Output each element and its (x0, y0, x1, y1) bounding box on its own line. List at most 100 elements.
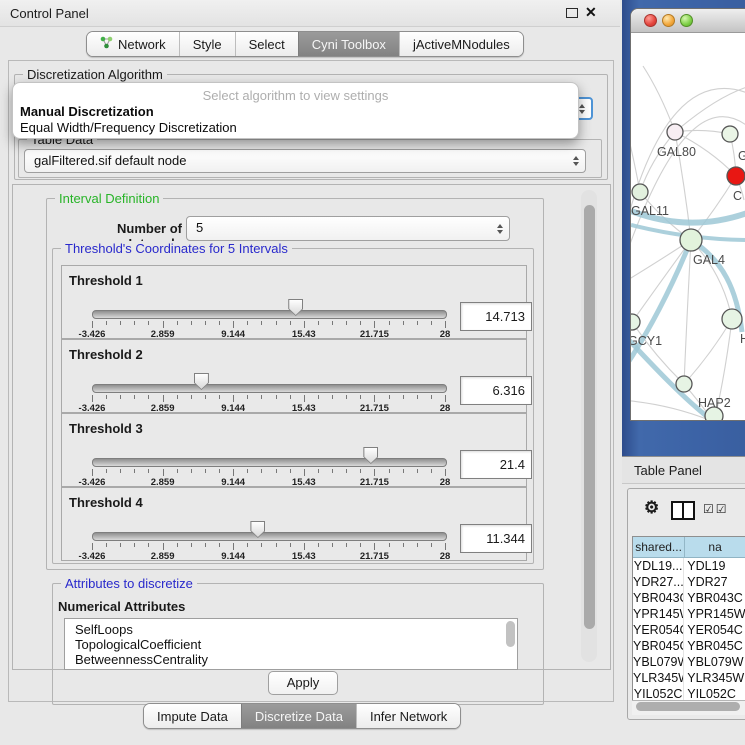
checkbox-columns-icon[interactable]: ☑☑ (703, 502, 729, 516)
table-cell: YER054C (633, 622, 684, 638)
table-row[interactable]: YPR145WYPR145W (633, 606, 745, 622)
float-window-icon[interactable] (566, 8, 578, 18)
close-icon[interactable]: ✕ (585, 4, 597, 21)
split-columns-icon[interactable] (671, 501, 695, 520)
network-edge (684, 240, 691, 384)
threshold-label: Threshold 4 (69, 495, 143, 510)
table-cell: YDL19 (684, 558, 745, 574)
tab-label: Impute Data (157, 709, 228, 724)
tab-network[interactable]: Network (87, 32, 179, 56)
tick-mark (431, 395, 432, 399)
threshold-1-slider-track[interactable] (92, 310, 447, 319)
tick-mark (290, 395, 291, 399)
threshold-3-value-field[interactable]: 21.4 (460, 450, 532, 479)
tick-mark (374, 321, 375, 328)
tick-mark (177, 395, 178, 399)
attr-list-scrollbar-thumb[interactable] (506, 621, 515, 647)
tab-style[interactable]: Style (179, 32, 235, 56)
tick-mark (134, 395, 135, 399)
tab-discretize-data[interactable]: Discretize Data (241, 704, 356, 728)
network-node-gal11[interactable] (632, 184, 648, 200)
network-canvas[interactable]: GAL80GACGAL11GAL4GCY1HHAP2 (631, 32, 745, 420)
tick-mark (177, 543, 178, 547)
tick-mark (431, 321, 432, 325)
horizontal-scrollbar-thumb[interactable] (636, 702, 740, 711)
threshold-4-value-field[interactable]: 11.344 (460, 524, 532, 553)
number-of-intervals-spinner[interactable]: 5 (186, 216, 510, 241)
gear-icon[interactable]: ⚙ (644, 498, 659, 518)
tick-mark (120, 543, 121, 547)
network-node-ga[interactable] (722, 126, 738, 142)
table-data-combobox[interactable]: galFiltered.sif default node (24, 149, 586, 173)
threshold-2-slider-track[interactable] (92, 384, 447, 393)
table-row[interactable]: YDL19...YDL19 (633, 558, 745, 574)
attribute-item-betweennesscentrality[interactable]: BetweennessCentrality (75, 652, 208, 667)
vertical-scrollbar-thumb[interactable] (584, 205, 595, 629)
table-row[interactable]: YER054CYER054C (633, 622, 745, 638)
threshold-4-slider-track[interactable] (92, 532, 447, 541)
table-header-row: shared...na (633, 537, 745, 558)
algorithm-option-manual-discretization[interactable]: Manual Discretization (20, 104, 154, 120)
node-label: H (740, 332, 745, 346)
table-row[interactable]: YBR045CYBR045C (633, 638, 745, 654)
network-node-gal4[interactable] (680, 229, 702, 251)
threshold-row-1: Threshold 1-3.4262.8599.14415.4321.71528… (61, 265, 527, 339)
network-node-gcy1[interactable] (631, 314, 640, 330)
attributes-group-title: Attributes to discretize (61, 576, 197, 591)
tick-mark (304, 395, 305, 402)
tick-mark (374, 469, 375, 476)
tab-select[interactable]: Select (235, 32, 298, 56)
apply-button[interactable]: Apply (268, 671, 338, 695)
zoom-traffic-light-icon[interactable] (680, 14, 693, 27)
window-title: Control Panel (10, 6, 89, 21)
tick-mark (233, 321, 234, 328)
node-label: GA (738, 149, 745, 163)
table-row[interactable]: YBR043CYBR043C (633, 590, 745, 606)
network-node-gal80[interactable] (667, 124, 683, 140)
threshold-3-slider-track[interactable] (92, 458, 447, 467)
tick-mark (374, 543, 375, 550)
numerical-attributes-list[interactable]: SelfLoopsTopologicalCoefficientBetweenne… (64, 618, 518, 670)
tick-mark (148, 469, 149, 473)
tick-mark (389, 469, 390, 473)
attribute-item-selfloops[interactable]: SelfLoops (75, 622, 133, 637)
tab-infer-network[interactable]: Infer Network (356, 704, 460, 728)
tick-mark (304, 469, 305, 476)
node-label: C (733, 189, 742, 203)
network-window-titlebar[interactable] (631, 9, 745, 33)
minimize-traffic-light-icon[interactable] (662, 14, 675, 27)
tick-mark (403, 321, 404, 325)
column-header-1[interactable]: shared... (633, 537, 685, 557)
algorithm-dropdown-popup: Select algorithm to view settings Manual… (12, 82, 579, 139)
column-header-2[interactable]: na (685, 537, 745, 557)
tab-label: Network (118, 37, 166, 52)
tab-impute-data[interactable]: Impute Data (144, 704, 241, 728)
node-table[interactable]: shared...naYDL19...YDL19YDR27...YDR27YBR… (632, 536, 745, 702)
tick-mark (445, 469, 446, 476)
tick-mark (134, 543, 135, 547)
tick-mark (148, 395, 149, 399)
threshold-row-2: Threshold 2-3.4262.8599.14415.4321.71528… (61, 339, 527, 413)
table-row[interactable]: YLR345WYLR345W (633, 670, 745, 686)
tick-mark (134, 469, 135, 473)
node-label: GAL80 (657, 145, 696, 159)
network-node[interactable] (705, 407, 723, 420)
tick-mark (403, 469, 404, 473)
threshold-1-value-field[interactable]: 14.713 (460, 302, 532, 331)
network-icon (100, 36, 113, 52)
close-traffic-light-icon[interactable] (644, 14, 657, 27)
tab-jactivemnodules[interactable]: jActiveMNodules (399, 32, 523, 56)
network-node-c[interactable] (727, 167, 745, 185)
attribute-item-topologicalcoefficient[interactable]: TopologicalCoefficient (75, 637, 201, 652)
network-node-hap2[interactable] (676, 376, 692, 392)
combo-arrows-icon (579, 104, 585, 114)
threshold-2-value-field[interactable]: 6.316 (460, 376, 532, 405)
table-row[interactable]: YDR27...YDR27 (633, 574, 745, 590)
table-row[interactable]: YBL079WYBL079W (633, 654, 745, 670)
network-node-h[interactable] (722, 309, 742, 329)
tick-mark (191, 469, 192, 473)
tab-cyni-toolbox[interactable]: Cyni Toolbox (298, 32, 399, 56)
node-label: GAL4 (693, 253, 725, 267)
algorithm-option-equal-width-frequency-discretization[interactable]: Equal Width/Frequency Discretization (20, 120, 237, 136)
tick-mark (233, 543, 234, 550)
